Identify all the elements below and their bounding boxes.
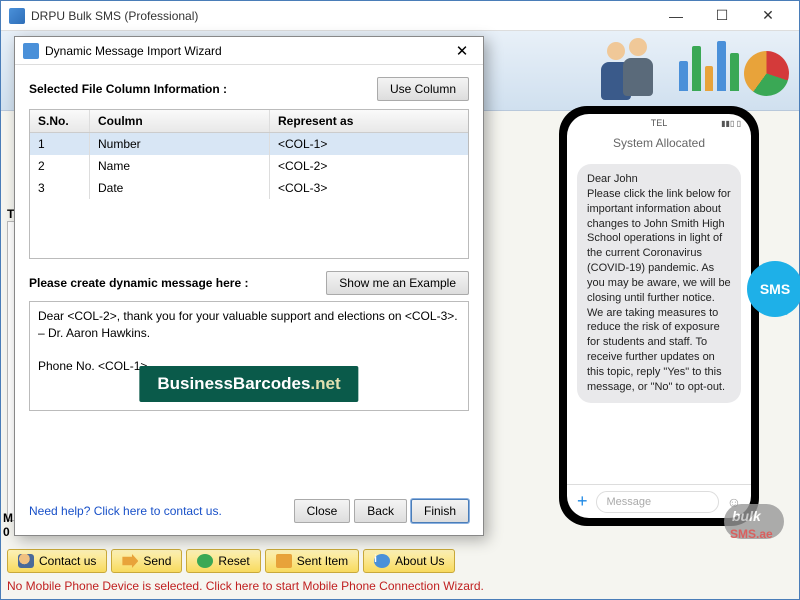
dialog-title: Dynamic Message Import Wizard — [45, 44, 449, 58]
logo-line1: bulk — [732, 508, 761, 524]
pie-chart-graphic — [744, 51, 789, 96]
phone-statusbar: TEL ▮▮▯ ▯ — [567, 114, 751, 132]
attach-icon[interactable]: + — [577, 491, 588, 512]
column-info-label: Selected File Column Information : — [29, 82, 227, 96]
window-controls: — ☐ ✕ — [653, 1, 791, 31]
column-table: S.No. Coulmn Represent as 1 Number <COL-… — [29, 109, 469, 259]
import-wizard-dialog: Dynamic Message Import Wizard ✕ Selected… — [14, 36, 484, 536]
show-example-button[interactable]: Show me an Example — [326, 271, 469, 295]
dialog-close-button[interactable]: ✕ — [449, 42, 475, 60]
sms-badge: SMS — [747, 261, 800, 325]
table-header: S.No. Coulmn Represent as — [30, 110, 468, 133]
close-button[interactable]: ✕ — [745, 1, 791, 31]
status-message[interactable]: No Mobile Phone Device is selected. Clic… — [7, 579, 484, 593]
table-body: 1 Number <COL-1> 2 Name <COL-2> 3 Date <… — [30, 133, 468, 199]
table-row[interactable]: 3 Date <COL-3> — [30, 177, 468, 199]
minimize-button[interactable]: — — [653, 1, 699, 31]
help-link[interactable]: Need help? Click here to contact us. — [29, 504, 222, 518]
send-icon — [122, 554, 138, 568]
banner-text2: .net — [310, 374, 340, 393]
info-icon: i — [374, 554, 390, 568]
signal-icon: ▮▮▯ ▯ — [721, 119, 741, 128]
dialog-back-btn[interactable]: Back — [354, 499, 407, 523]
table-row[interactable]: 2 Name <COL-2> — [30, 155, 468, 177]
dialog-footer: Need help? Click here to contact us. Clo… — [15, 487, 483, 535]
dialog-finish-btn[interactable]: Finish — [411, 499, 469, 523]
main-titlebar: DRPU Bulk SMS (Professional) — ☐ ✕ — [1, 1, 799, 31]
send-label: Send — [143, 554, 171, 568]
message-text: Dear <COL-2>, thank you for your valuabl… — [38, 308, 460, 375]
dialog-buttons: Close Back Finish — [294, 499, 469, 523]
sms-bubble: Dear John Please click the link below fo… — [577, 164, 741, 403]
about-us-button[interactable]: i About Us — [363, 549, 455, 573]
left-count-fragment: M 0 — [3, 511, 13, 539]
th-column: Coulmn — [90, 110, 270, 132]
maximize-button[interactable]: ☐ — [699, 1, 745, 31]
create-message-label: Please create dynamic message here : — [29, 276, 248, 290]
message-input[interactable]: Message — [596, 491, 719, 513]
reset-button[interactable]: Reset — [186, 549, 260, 573]
reset-label: Reset — [218, 554, 249, 568]
sent-label: Sent Item — [297, 554, 348, 568]
bottom-toolbar: Contact us Send Reset Sent Item i About … — [7, 549, 455, 573]
logo-line2: SMS.ae — [730, 527, 773, 541]
contact-us-button[interactable]: Contact us — [7, 549, 107, 573]
banner-text1: BusinessBarcodes — [157, 374, 310, 393]
carrier-label: TEL — [651, 118, 668, 128]
dialog-body: Selected File Column Information : Use C… — [15, 65, 483, 487]
dialog-close-btn[interactable]: Close — [294, 499, 351, 523]
th-represent: Represent as — [270, 110, 468, 132]
bulk-sms-logo: bulk SMS.ae — [724, 504, 794, 559]
barcodes-watermark: BusinessBarcodes.net — [139, 366, 358, 402]
folder-icon — [276, 554, 292, 568]
person-icon — [18, 554, 34, 568]
contact-us-label: Contact us — [39, 554, 96, 568]
table-row[interactable]: 1 Number <COL-1> — [30, 133, 468, 155]
phone-screen: TEL ▮▮▯ ▯ System Allocated Dear John Ple… — [567, 114, 751, 518]
bar-chart-graphic — [679, 41, 739, 101]
message-textarea[interactable]: Dear <COL-2>, thank you for your valuabl… — [29, 301, 469, 411]
people-graphic — [599, 36, 669, 106]
th-sno: S.No. — [30, 110, 90, 132]
phone-preview: TEL ▮▮▯ ▯ System Allocated Dear John Ple… — [559, 106, 759, 526]
dialog-titlebar: Dynamic Message Import Wizard ✕ — [15, 37, 483, 65]
phone-sender: System Allocated — [567, 132, 751, 158]
dialog-icon — [23, 43, 39, 59]
use-column-button[interactable]: Use Column — [377, 77, 469, 101]
sms-badge-label: SMS — [747, 261, 800, 317]
send-button[interactable]: Send — [111, 549, 182, 573]
sent-item-button[interactable]: Sent Item — [265, 549, 359, 573]
about-label: About Us — [395, 554, 444, 568]
reset-icon — [197, 554, 213, 568]
app-title: DRPU Bulk SMS (Professional) — [31, 9, 653, 23]
app-icon — [9, 8, 25, 24]
phone-body: Dear John Please click the link below fo… — [567, 158, 751, 484]
